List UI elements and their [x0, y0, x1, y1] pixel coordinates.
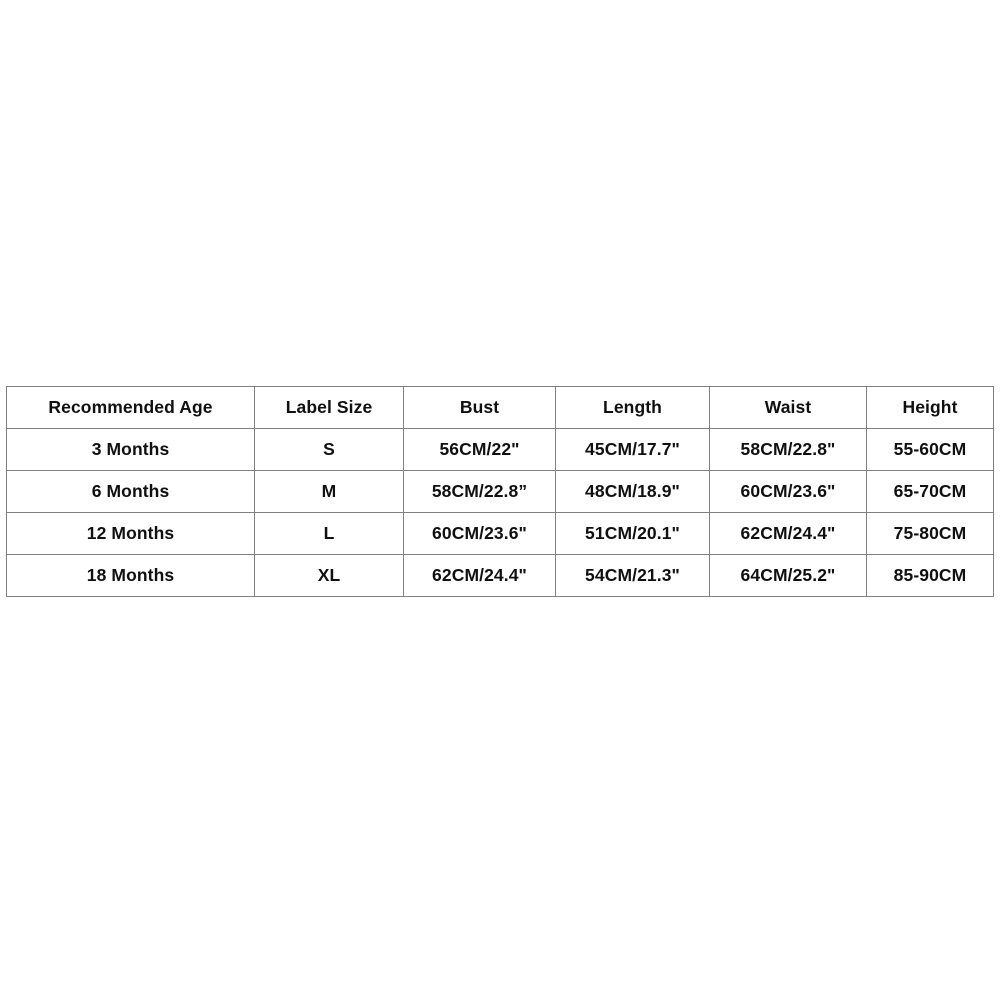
table-row: 18 Months XL 62CM/24.4" 54CM/21.3" 64CM/…	[6, 554, 994, 597]
cell-length: 51CM/20.1"	[555, 512, 710, 555]
cell-waist: 60CM/23.6"	[709, 470, 867, 513]
cell-length: 45CM/17.7"	[555, 428, 710, 471]
column-header-height: Height	[866, 386, 994, 429]
column-header-waist: Waist	[709, 386, 867, 429]
table-row: 12 Months L 60CM/23.6" 51CM/20.1" 62CM/2…	[6, 512, 994, 555]
cell-recommended-age: 6 Months	[6, 470, 255, 513]
table-row: 3 Months S 56CM/22" 45CM/17.7" 58CM/22.8…	[6, 428, 994, 471]
cell-height: 85-90CM	[866, 554, 994, 597]
column-header-recommended-age: Recommended Age	[6, 386, 255, 429]
size-chart-container: Recommended Age Label Size Bust Length W…	[6, 386, 994, 597]
cell-waist: 64CM/25.2"	[709, 554, 867, 597]
cell-label-size: L	[254, 512, 404, 555]
table-row: 6 Months M 58CM/22.8” 48CM/18.9" 60CM/23…	[6, 470, 994, 513]
cell-bust: 60CM/23.6"	[403, 512, 556, 555]
cell-height: 75-80CM	[866, 512, 994, 555]
cell-recommended-age: 12 Months	[6, 512, 255, 555]
cell-height: 65-70CM	[866, 470, 994, 513]
cell-label-size: XL	[254, 554, 404, 597]
cell-bust: 62CM/24.4"	[403, 554, 556, 597]
cell-label-size: S	[254, 428, 404, 471]
cell-bust: 58CM/22.8”	[403, 470, 556, 513]
cell-waist: 58CM/22.8"	[709, 428, 867, 471]
table-header-row: Recommended Age Label Size Bust Length W…	[6, 386, 994, 429]
cell-height: 55-60CM	[866, 428, 994, 471]
column-header-bust: Bust	[403, 386, 556, 429]
cell-length: 48CM/18.9"	[555, 470, 710, 513]
cell-label-size: M	[254, 470, 404, 513]
column-header-label-size: Label Size	[254, 386, 404, 429]
cell-recommended-age: 18 Months	[6, 554, 255, 597]
cell-waist: 62CM/24.4"	[709, 512, 867, 555]
column-header-length: Length	[555, 386, 710, 429]
cell-bust: 56CM/22"	[403, 428, 556, 471]
size-chart-table: Recommended Age Label Size Bust Length W…	[6, 386, 994, 597]
cell-length: 54CM/21.3"	[555, 554, 710, 597]
cell-recommended-age: 3 Months	[6, 428, 255, 471]
